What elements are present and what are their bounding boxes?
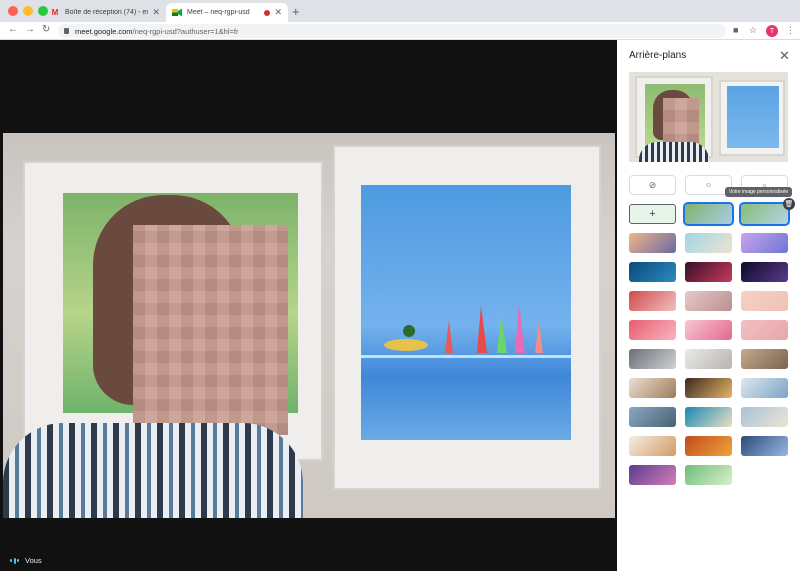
url-host: meet.google.com — [75, 26, 133, 36]
bg-pink-texture[interactable] — [741, 320, 788, 340]
address-bar[interactable]: meet.google.com/neq-rgpi-usd?authuser=1&… — [58, 24, 726, 38]
tab-gmail[interactable]: M Boîte de réception (74) - encyc ✕ — [44, 3, 166, 22]
bg-tropical-bay[interactable] — [685, 407, 732, 427]
forward-icon[interactable]: → — [25, 24, 35, 35]
bg-underwater[interactable] — [629, 262, 676, 282]
bg-blossoms[interactable] — [685, 320, 732, 340]
background-preview — [629, 72, 788, 162]
url-path: /neq-rgpi-usd?authuser=1&hl=fr — [132, 26, 239, 36]
close-panel-icon[interactable]: ✕ — [779, 48, 790, 64]
add-background-button[interactable]: + — [629, 204, 676, 224]
bg-library[interactable] — [629, 349, 676, 369]
bg-kitchen[interactable] — [629, 378, 676, 398]
blur-slight-icon: ☺ — [704, 181, 713, 189]
window-controls — [8, 6, 48, 16]
recording-dot-icon — [264, 9, 271, 16]
camera-in-use-icon[interactable]: ■ — [733, 25, 738, 35]
blue-painting — [361, 185, 571, 440]
meet-icon — [172, 8, 182, 18]
sailboats-icon — [361, 303, 571, 358]
bg-galaxy[interactable] — [741, 262, 788, 282]
bg-beach[interactable] — [685, 233, 732, 253]
bg-flowers-red[interactable] — [629, 291, 676, 311]
backgrounds-panel: Arrière-plans ✕ ⊘ ☺ ☼ Votre image person… — [617, 40, 800, 571]
bookmark-star-icon[interactable]: ☆ — [749, 25, 757, 36]
close-tab-icon[interactable]: ✕ — [152, 7, 160, 18]
reload-icon[interactable]: ↻ — [42, 24, 50, 35]
bg-autumn-leaves[interactable] — [685, 436, 732, 456]
tab-label: Boîte de réception (74) - encyc — [65, 9, 149, 16]
profile-avatar[interactable]: T — [766, 25, 778, 37]
bg-green-leaves[interactable] — [685, 465, 732, 485]
lock-icon — [64, 28, 69, 34]
bg-custom-1[interactable] — [683, 202, 734, 226]
bg-bookshelf[interactable] — [741, 349, 788, 369]
bg-fern[interactable] — [741, 436, 788, 456]
bg-cafe-lights[interactable] — [685, 378, 732, 398]
self-name-label: Vous — [25, 556, 42, 565]
panel-title: Arrière-plans — [629, 50, 687, 61]
bg-custom-2[interactable] — [739, 202, 790, 226]
no-effect-icon: ⊘ — [648, 179, 657, 190]
new-tab-button[interactable]: + — [292, 4, 300, 19]
blurred-face — [133, 225, 288, 435]
bg-sunset-horizon[interactable] — [629, 233, 676, 253]
bg-pattern-dots[interactable] — [685, 291, 732, 311]
custom-image-tooltip: Votre image personnalisée — [725, 187, 793, 197]
audio-level-icon — [10, 557, 19, 564]
bg-pink-plain[interactable] — [741, 291, 788, 311]
menu-kebab-icon[interactable]: ⋮ — [786, 25, 795, 36]
bg-living-room[interactable] — [741, 378, 788, 398]
bg-bright-room[interactable] — [629, 436, 676, 456]
delete-trash-icon[interactable]: 🗑 — [783, 198, 795, 210]
tab-label: Meet – neq-rgpi-usd — [187, 9, 250, 16]
gmail-icon: M — [51, 8, 59, 17]
self-video — [3, 133, 615, 518]
person-shirt — [3, 423, 303, 518]
minimize-window-button[interactable] — [23, 6, 33, 16]
bg-village[interactable] — [741, 407, 788, 427]
bg-fireworks[interactable] — [685, 262, 732, 282]
close-tab-icon[interactable]: ✕ — [274, 7, 282, 18]
meeting-stage: Vous — [0, 40, 617, 571]
back-icon[interactable]: ← — [8, 24, 18, 35]
bg-purple-clouds[interactable] — [741, 233, 788, 253]
tab-meet[interactable]: Meet – neq-rgpi-usd ✕ — [166, 3, 288, 22]
browser-toolbar: ← → ↻ meet.google.com/neq-rgpi-usd?authu… — [0, 22, 800, 40]
bg-white-room[interactable] — [685, 349, 732, 369]
self-name-tag: Vous — [10, 556, 42, 565]
browser-tab-bar: M Boîte de réception (74) - encyc ✕ Meet… — [0, 0, 800, 22]
no-effect-button[interactable]: ⊘ — [629, 175, 676, 195]
bg-mountain-lake[interactable] — [629, 407, 676, 427]
close-window-button[interactable] — [8, 6, 18, 16]
bg-purple-city[interactable] — [629, 465, 676, 485]
bg-pink-pattern[interactable] — [629, 320, 676, 340]
